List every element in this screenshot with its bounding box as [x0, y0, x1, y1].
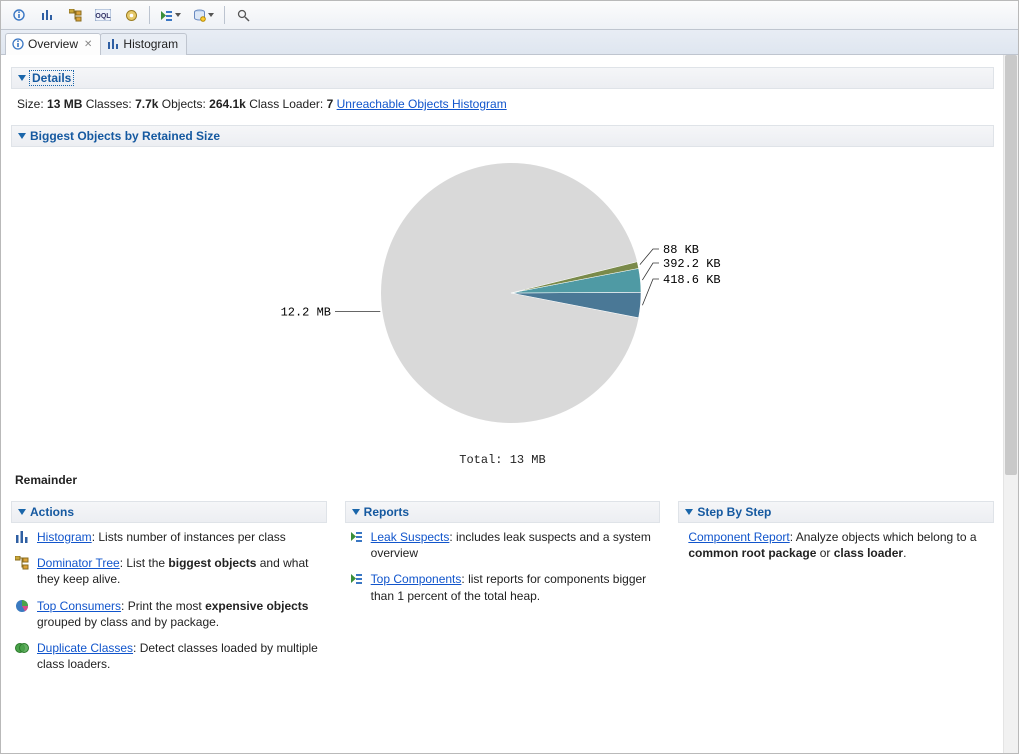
action-link[interactable]: Duplicate Classes	[37, 641, 133, 655]
actions-column: Actions Histogram: Lists number of insta…	[11, 501, 327, 682]
details-line: Size: 13 MB Classes: 7.7k Objects: 264.1…	[11, 95, 994, 119]
toolbar: OQL	[1, 1, 1018, 30]
action-link[interactable]: Dominator Tree	[37, 556, 120, 570]
section-title: Biggest Objects by Retained Size	[30, 129, 220, 143]
section-title: Actions	[30, 505, 74, 519]
action-dominator-tree: Dominator Tree: List the biggest objects…	[15, 555, 323, 587]
step-column: Step By Step Component Report: Analyze o…	[678, 501, 994, 682]
info-icon[interactable]	[7, 3, 31, 27]
run-query-icon[interactable]	[156, 3, 185, 27]
svg-text:88 KB: 88 KB	[663, 243, 699, 257]
section-actions-header[interactable]: Actions	[11, 501, 327, 523]
gear-icon[interactable]	[119, 3, 143, 27]
step-component-report: Component Report: Analyze objects which …	[682, 529, 990, 561]
content-area: Details Size: 13 MB Classes: 7.7k Object…	[1, 55, 1004, 753]
step-link[interactable]: Component Report	[688, 530, 789, 544]
histogram-icon[interactable]	[35, 3, 59, 27]
section-biggest-header[interactable]: Biggest Objects by Retained Size	[11, 125, 994, 147]
report-icon	[349, 572, 365, 586]
toolbar-separator	[224, 6, 225, 24]
remainder-label: Remainder	[15, 473, 994, 487]
report-leak-suspects: Leak Suspects: includes leak suspects an…	[349, 529, 657, 561]
svg-text:392.2 KB: 392.2 KB	[663, 257, 721, 271]
info-icon	[12, 38, 24, 50]
section-reports-header[interactable]: Reports	[345, 501, 661, 523]
pie-chart: 88 KB392.2 KB 418.6 KB 12.2 MB	[11, 153, 971, 453]
svg-text:OQL: OQL	[95, 13, 111, 20]
tree-icon	[15, 556, 31, 570]
pie-total-label: Total: 13 MB	[11, 453, 994, 467]
action-histogram: Histogram: Lists number of instances per…	[15, 529, 323, 545]
toolbar-separator	[149, 6, 150, 24]
reports-column: Reports Leak Suspects: includes leak sus…	[345, 501, 661, 682]
chevron-down-icon	[685, 509, 693, 515]
vertical-scrollbar[interactable]	[1003, 55, 1018, 753]
oql-icon[interactable]: OQL	[91, 3, 115, 27]
action-link[interactable]: Top Consumers	[37, 599, 121, 613]
chevron-down-icon	[18, 75, 26, 81]
query-browser-icon[interactable]	[189, 3, 218, 27]
chevron-down-icon	[352, 509, 360, 515]
section-step-header[interactable]: Step By Step	[678, 501, 994, 523]
svg-text:12.2 MB: 12.2 MB	[281, 305, 331, 319]
chevron-down-icon	[175, 13, 181, 17]
tab-overview[interactable]: Overview ✕	[5, 33, 101, 55]
histogram-icon	[15, 530, 31, 544]
tabstrip: Overview ✕ Histogram	[1, 30, 1018, 55]
section-details-header[interactable]: Details	[11, 67, 994, 89]
histogram-icon	[107, 38, 119, 50]
section-title: Reports	[364, 505, 409, 519]
tree-icon[interactable]	[63, 3, 87, 27]
action-top-consumers: Top Consumers: Print the most expensive …	[15, 598, 323, 630]
report-link[interactable]: Top Components	[371, 572, 462, 586]
report-top-components: Top Components: list reports for compone…	[349, 571, 657, 603]
chevron-down-icon	[208, 13, 214, 17]
action-link[interactable]: Histogram	[37, 530, 92, 544]
svg-text:418.6 KB: 418.6 KB	[663, 273, 721, 287]
section-title: Details	[30, 71, 73, 85]
chevron-down-icon	[18, 509, 26, 515]
tab-histogram[interactable]: Histogram	[100, 33, 187, 55]
unreachable-link[interactable]: Unreachable Objects Histogram	[337, 97, 507, 111]
close-icon[interactable]: ✕	[84, 39, 92, 50]
search-icon[interactable]	[231, 3, 255, 27]
chevron-down-icon	[18, 133, 26, 139]
tab-label: Overview	[28, 37, 78, 51]
action-duplicate-classes: Duplicate Classes: Detect classes loaded…	[15, 640, 323, 672]
section-title: Step By Step	[697, 505, 771, 519]
tab-label: Histogram	[123, 37, 178, 51]
duplicate-icon	[15, 641, 31, 655]
report-icon	[349, 530, 365, 544]
report-link[interactable]: Leak Suspects	[371, 530, 450, 544]
pie-icon	[15, 599, 31, 613]
